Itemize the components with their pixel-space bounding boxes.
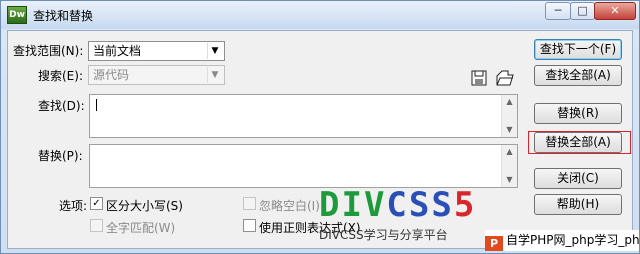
- close-window-button[interactable]: ✕: [594, 2, 636, 20]
- php-logo-icon: P: [485, 236, 503, 251]
- whole-word-checkbox[interactable]: [90, 219, 103, 232]
- scroll-up-icon[interactable]: ▲: [502, 145, 517, 159]
- watermark-subtitle: DIVCSS学习与分享平台: [319, 228, 448, 242]
- match-case-checkbox[interactable]: ✓: [90, 197, 103, 210]
- replace-scrollbar[interactable]: ▲ ▼: [501, 145, 517, 187]
- regex-checkbox[interactable]: [243, 219, 256, 232]
- replace-label: 替换(P):: [38, 149, 83, 163]
- site-badge: P自学PHP网_php学习_php教: [485, 230, 639, 251]
- find-in-select[interactable]: 当前文档 ▼: [88, 41, 225, 61]
- find-in-label: 查找范围(N):: [13, 44, 84, 58]
- scroll-up-icon[interactable]: ▲: [502, 95, 517, 109]
- minimize-button[interactable]: ─: [545, 2, 571, 20]
- find-next-button[interactable]: 查找下一个(F): [534, 39, 622, 60]
- load-query-icon[interactable]: [495, 69, 515, 87]
- scroll-down-icon[interactable]: ▼: [502, 123, 517, 137]
- search-value: 源代码: [93, 68, 130, 82]
- find-all-button[interactable]: 查找全部(A): [534, 65, 622, 86]
- scroll-down-icon[interactable]: ▼: [502, 173, 517, 187]
- search-label: 搜索(E):: [38, 69, 83, 83]
- find-textarea[interactable]: ▲ ▼: [89, 94, 518, 138]
- save-query-icon[interactable]: [471, 70, 487, 86]
- options-label: 选项:: [59, 199, 88, 213]
- ignore-whitespace-label: 忽略空白(I): [259, 199, 320, 213]
- maximize-button[interactable]: □: [570, 2, 595, 20]
- replace-button[interactable]: 替换(R): [534, 103, 622, 124]
- find-replace-dialog: Dw 查找和替换 ─ □ ✕ 查找范围(N): 当前文档 ▼ 搜索(E): 源代…: [0, 0, 640, 254]
- highlight-box: [528, 131, 631, 154]
- help-button[interactable]: 帮助(H): [534, 194, 622, 215]
- title-bar[interactable]: Dw 查找和替换 ─ □ ✕: [1, 1, 639, 29]
- site-badge-text: 自学PHP网_php学习_php教: [506, 233, 639, 247]
- find-scrollbar[interactable]: ▲ ▼: [501, 95, 517, 137]
- find-in-value: 当前文档: [93, 44, 142, 58]
- find-label: 查找(D):: [38, 99, 85, 113]
- text-caret: [96, 99, 97, 111]
- window-title: 查找和替换: [33, 9, 94, 23]
- dreamweaver-app-icon: Dw: [7, 6, 27, 24]
- divcss5-watermark: DIVCSS5: [319, 185, 477, 225]
- match-case-label: 区分大小写(S): [106, 199, 183, 213]
- close-button[interactable]: 关闭(C): [534, 168, 622, 189]
- chevron-down-icon: ▼: [207, 67, 222, 83]
- search-select[interactable]: 源代码 ▼: [88, 65, 225, 85]
- ignore-whitespace-checkbox[interactable]: [243, 197, 256, 210]
- whole-word-label: 全字匹配(W): [106, 221, 176, 235]
- chevron-down-icon: ▼: [207, 43, 222, 59]
- replace-textarea[interactable]: ▲ ▼: [89, 144, 518, 188]
